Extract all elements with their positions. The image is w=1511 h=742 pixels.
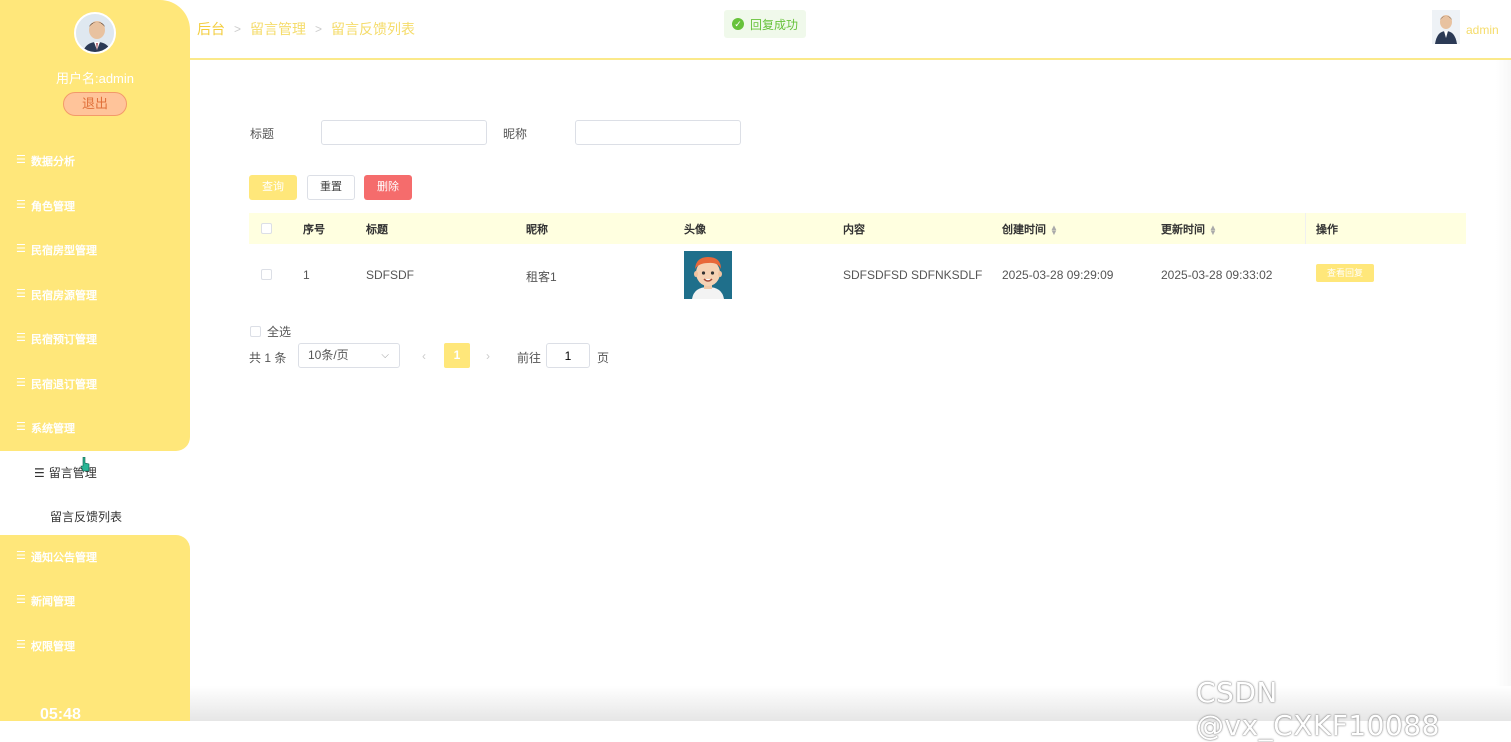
list-icon — [16, 376, 28, 389]
sort-icon[interactable]: ▲ ▼ — [1209, 224, 1217, 237]
list-icon — [16, 153, 28, 166]
list-icon — [16, 331, 28, 344]
sidebar-username: 用户名:admin — [55, 71, 135, 86]
nickname-label: 昵称 — [503, 127, 528, 141]
menu-item-label: 角色管理 — [31, 201, 75, 213]
breadcrumb-item: 留言反馈列表 — [331, 21, 416, 37]
menu-item-cancel-booking[interactable]: 民宿退订管理 — [16, 374, 97, 394]
menu-item-notice[interactable]: 通知公告管理 — [16, 547, 97, 567]
sort-icon[interactable]: ▲ ▼ — [1050, 224, 1058, 237]
next-page-button[interactable]: › — [486, 349, 490, 363]
menu-item-label: 民宿退订管理 — [31, 379, 97, 391]
delete-button[interactable]: 删除 — [364, 175, 412, 200]
menu-item-label: 数据分析 — [31, 156, 75, 168]
select-all-label: 全选 — [267, 325, 292, 339]
title-input[interactable] — [321, 120, 487, 145]
pointer-cursor-icon — [80, 457, 90, 472]
title-label: 标题 — [250, 127, 275, 141]
column-header-label: 创建时间 — [1002, 224, 1046, 236]
menu-item-data-analysis[interactable]: 数据分析 — [16, 151, 75, 171]
menu-item-label: 民宿房型管理 — [31, 245, 97, 257]
column-header-updated[interactable]: 更新时间 ▲ ▼ — [1161, 221, 1217, 237]
sidebar-clock: 05:48 — [40, 706, 81, 723]
select-all[interactable]: 全选 — [250, 323, 291, 340]
nickname-input[interactable] — [575, 120, 741, 145]
header-avatar[interactable] — [1432, 10, 1460, 44]
column-header-nickname: 昵称 — [526, 224, 548, 236]
cell-nickname: 租客1 — [526, 270, 557, 284]
pagination-total: 共 1 条 — [249, 351, 287, 365]
menu-item-news[interactable]: 新闻管理 — [16, 591, 75, 611]
page-size-value: 10条/页 — [308, 348, 349, 362]
query-button[interactable]: 查询 — [249, 175, 297, 200]
breadcrumb-home[interactable]: 后台 — [197, 19, 225, 39]
scroll-edge — [1496, 60, 1511, 686]
menu-item-role[interactable]: 角色管理 — [16, 196, 75, 216]
chevron-right-icon: > — [234, 22, 242, 36]
menu-item-listing[interactable]: 民宿房源管理 — [16, 285, 97, 305]
menu-item-label: 民宿房源管理 — [31, 290, 97, 302]
sidebar: 用户名:admin 退出 数据分析 角色管理 民宿房型管理 民宿房源管理 民宿预… — [0, 0, 190, 723]
success-toast: ✓ 回复成功 — [724, 10, 807, 38]
row-avatar-image — [684, 251, 732, 299]
view-reply-button[interactable]: 查看回复 — [1316, 264, 1374, 282]
column-header-index: 序号 — [303, 224, 325, 236]
breadcrumb: 后台 > 留言管理 > 留言反馈列表 — [197, 19, 415, 39]
menu-item-label: 系统管理 — [31, 423, 75, 435]
menu-item-room-type[interactable]: 民宿房型管理 — [16, 240, 97, 260]
watermark-text: CSDN @vx_CXKF10088 — [1196, 676, 1440, 742]
page-size-select[interactable]: 10条/页 ⌵ — [298, 343, 400, 368]
list-icon — [16, 198, 28, 211]
cell-updated: 2025-03-28 09:33:02 — [1161, 268, 1273, 282]
menu-item-label: 新闻管理 — [31, 596, 75, 608]
list-icon — [16, 638, 28, 651]
prev-page-button[interactable]: ‹ — [422, 349, 426, 363]
chevron-right-icon: > — [315, 22, 323, 36]
list-icon — [16, 420, 28, 433]
list-icon — [16, 549, 28, 562]
breadcrumb-item[interactable]: 留言管理 — [250, 19, 306, 39]
column-header-avatar: 头像 — [684, 224, 706, 236]
list-icon: ☰ — [34, 465, 45, 480]
menu-item-system[interactable]: 系统管理 — [16, 418, 75, 438]
row-checkbox[interactable] — [261, 269, 272, 280]
submenu-item-feedback-list[interactable]: 留言反馈列表 — [50, 508, 122, 525]
menu-item-label: 权限管理 — [31, 641, 75, 653]
menu-item-label: 通知公告管理 — [31, 552, 97, 564]
goto-page-input[interactable] — [546, 343, 590, 368]
list-icon — [16, 242, 28, 255]
column-divider — [1305, 213, 1306, 244]
column-header-label: 更新时间 — [1161, 224, 1205, 236]
cell-created: 2025-03-28 09:29:09 — [1002, 268, 1114, 282]
chevron-down-icon: ⌵ — [381, 350, 389, 361]
column-header-action: 操作 — [1316, 224, 1338, 236]
goto-label: 前往 — [517, 351, 542, 365]
reset-button[interactable]: 重置 — [307, 175, 355, 200]
logout-button[interactable]: 退出 — [63, 92, 127, 116]
menu-item-permission[interactable]: 权限管理 — [16, 636, 75, 656]
header-username[interactable]: admin — [1466, 23, 1499, 37]
menu-item-label: 民宿预订管理 — [31, 334, 97, 346]
cell-content: SDFSDFSD SDFNKSDLF — [843, 268, 983, 282]
column-header-title: 标题 — [366, 224, 388, 236]
cell-index: 1 — [303, 268, 310, 282]
sidebar-avatar — [74, 12, 116, 54]
list-icon — [16, 593, 28, 606]
cell-title: SDFSDF — [366, 268, 414, 282]
select-all-checkbox[interactable] — [250, 326, 261, 337]
header-checkbox[interactable] — [261, 223, 272, 234]
list-icon — [16, 287, 28, 300]
page-number-button[interactable]: 1 — [444, 343, 470, 368]
toast-message: 回复成功 — [750, 17, 799, 32]
column-header-content: 内容 — [843, 224, 865, 236]
column-header-created[interactable]: 创建时间 ▲ ▼ — [1002, 221, 1058, 237]
check-circle-icon: ✓ — [732, 18, 744, 30]
menu-item-booking[interactable]: 民宿预订管理 — [16, 329, 97, 349]
page-suffix-label: 页 — [597, 351, 610, 365]
